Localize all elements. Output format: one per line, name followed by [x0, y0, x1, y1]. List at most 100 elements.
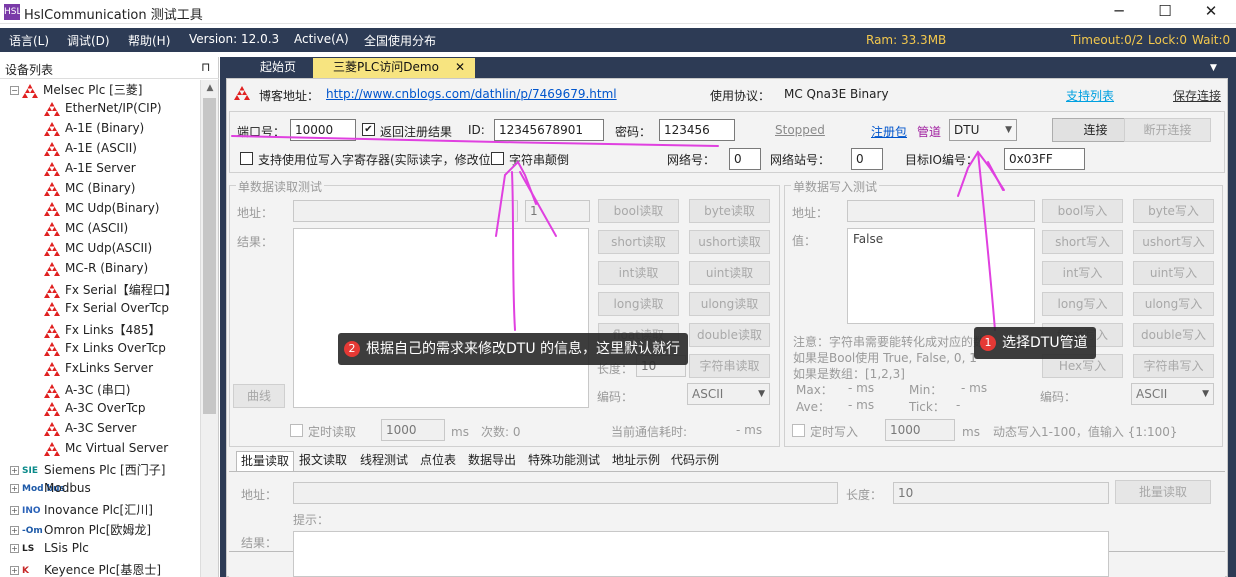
- read-address-input[interactable]: [293, 200, 518, 222]
- tree-item[interactable]: − Melsec Plc [三菱]: [10, 81, 142, 101]
- write-type-button[interactable]: ushort写入: [1133, 230, 1214, 254]
- pipe-select[interactable]: DTU ▼: [949, 119, 1017, 141]
- tree-item[interactable]: Mc Virtual Server: [44, 441, 168, 461]
- curve-button[interactable]: 曲线: [233, 384, 285, 408]
- write-type-button[interactable]: uint写入: [1133, 261, 1214, 285]
- menu-version[interactable]: Version: 12.0.3: [189, 32, 279, 46]
- tab-start-page[interactable]: 起始页: [238, 58, 318, 78]
- write-type-button[interactable]: 字符串写入: [1133, 354, 1214, 378]
- password-input[interactable]: 123456: [659, 119, 735, 141]
- tree-item[interactable]: A-1E (Binary): [44, 121, 144, 141]
- bottom-tab[interactable]: 点位表: [416, 451, 460, 471]
- bottom-tab[interactable]: 批量读取: [236, 451, 295, 471]
- close-tab-icon[interactable]: ✕: [455, 58, 465, 77]
- read-type-button[interactable]: double读取: [689, 323, 770, 347]
- read-type-button[interactable]: short读取: [598, 230, 679, 254]
- bottom-tab[interactable]: 代码示例: [667, 451, 723, 471]
- write-type-button[interactable]: int写入: [1042, 261, 1123, 285]
- tree-item[interactable]: MC (Binary): [44, 181, 135, 201]
- close-window-button[interactable]: ✕: [1188, 0, 1234, 24]
- tree-item[interactable]: Fx Links【485】: [44, 321, 161, 341]
- expand-icon[interactable]: +: [10, 484, 19, 493]
- tree-item[interactable]: Fx Serial【编程口】: [44, 281, 177, 301]
- batch-address-input[interactable]: [293, 482, 838, 504]
- register-package-link[interactable]: 注册包: [871, 123, 907, 140]
- tree-item[interactable]: MC Udp(Binary): [44, 201, 160, 221]
- bottom-tab[interactable]: 特殊功能测试: [524, 451, 604, 471]
- menu-debug[interactable]: 调试(D): [67, 32, 110, 49]
- menu-distribution[interactable]: 全国使用分布: [364, 32, 436, 49]
- batch-read-button[interactable]: 批量读取: [1115, 480, 1211, 504]
- read-result-area[interactable]: [293, 228, 589, 408]
- read-type-button[interactable]: ulong读取: [689, 292, 770, 316]
- read-interval-input[interactable]: 1000: [381, 419, 445, 441]
- read-type-button[interactable]: uint读取: [689, 261, 770, 285]
- station-input[interactable]: 0: [851, 148, 883, 170]
- write-type-button[interactable]: bool写入: [1042, 199, 1123, 223]
- bottom-tab[interactable]: 线程测试: [356, 451, 412, 471]
- network-input[interactable]: 0: [729, 148, 761, 170]
- read-length-input[interactable]: 1: [525, 200, 590, 222]
- expand-icon[interactable]: +: [10, 506, 19, 515]
- tree-item[interactable]: MC-R (Binary): [44, 261, 148, 281]
- menu-language[interactable]: 语言(L): [9, 32, 49, 49]
- bottom-tab[interactable]: 地址示例: [608, 451, 664, 471]
- read-type-button[interactable]: ushort读取: [689, 230, 770, 254]
- batch-result-area[interactable]: [293, 531, 1109, 577]
- target-io-input[interactable]: 0x03FF: [1004, 148, 1085, 170]
- tree-item[interactable]: + INO Inovance Plc[汇川]: [10, 501, 153, 521]
- tree-item[interactable]: MC (ASCII): [44, 221, 128, 241]
- write-type-button[interactable]: double写入: [1133, 323, 1214, 347]
- tree-item[interactable]: + K Keyence Plc[基恩士]: [10, 561, 161, 577]
- maximize-button[interactable]: ☐: [1142, 0, 1188, 24]
- write-value-area[interactable]: False: [847, 228, 1035, 324]
- tab-mitsubishi-demo[interactable]: 三菱PLC访问Demo ✕: [313, 58, 475, 78]
- write-type-button[interactable]: long写入: [1042, 292, 1123, 316]
- tree-item[interactable]: A-1E Server: [44, 161, 136, 181]
- string-reverse-checkbox[interactable]: [491, 152, 504, 165]
- bit-write-checkbox[interactable]: [240, 152, 253, 165]
- tree-item[interactable]: A-3C (串口): [44, 381, 130, 401]
- collapse-icon[interactable]: −: [10, 86, 19, 95]
- port-input[interactable]: 10000: [290, 119, 356, 141]
- bottom-tab[interactable]: 报文读取: [295, 451, 351, 471]
- tree-item[interactable]: Fx Serial OverTcp: [44, 301, 169, 321]
- blog-link[interactable]: http://www.cnblogs.com/dathlin/p/7469679…: [326, 87, 617, 101]
- tree-item[interactable]: + -OmOmron Plc[欧姆龙]: [10, 521, 151, 541]
- tree-item[interactable]: FxLinks Server: [44, 361, 153, 381]
- expand-icon[interactable]: +: [10, 544, 19, 553]
- return-register-checkbox[interactable]: ✔: [362, 123, 375, 136]
- scroll-up-icon[interactable]: ▲: [201, 80, 219, 96]
- tree-item[interactable]: Fx Links OverTcp: [44, 341, 166, 361]
- id-input[interactable]: 12345678901: [494, 119, 604, 141]
- tree-item[interactable]: A-3C OverTcp: [44, 401, 145, 421]
- tree-item[interactable]: A-3C Server: [44, 421, 136, 441]
- write-type-button[interactable]: byte写入: [1133, 199, 1214, 223]
- menu-active[interactable]: Active(A): [294, 32, 349, 46]
- expand-icon[interactable]: +: [10, 566, 19, 575]
- read-type-button[interactable]: byte读取: [689, 199, 770, 223]
- pin-icon[interactable]: ⊓: [201, 60, 210, 74]
- read-type-button[interactable]: int读取: [598, 261, 679, 285]
- expand-icon[interactable]: +: [10, 466, 19, 475]
- bottom-tab[interactable]: 数据导出: [464, 451, 520, 471]
- write-encoding-select[interactable]: ASCII ▼: [1131, 383, 1214, 405]
- batch-length-input[interactable]: 10: [893, 482, 1109, 504]
- minimize-button[interactable]: ─: [1096, 0, 1142, 24]
- save-connection-link[interactable]: 保存连接: [1173, 87, 1221, 104]
- scroll-thumb[interactable]: [203, 98, 216, 414]
- disconnect-button[interactable]: 断开连接: [1124, 118, 1211, 142]
- tree-item[interactable]: EtherNet/IP(CIP): [44, 101, 162, 121]
- expand-icon[interactable]: +: [10, 526, 19, 535]
- read-type-button[interactable]: long读取: [598, 292, 679, 316]
- tab-dropdown-icon[interactable]: ▼: [1210, 63, 1217, 73]
- tree-scrollbar[interactable]: ▲: [200, 80, 218, 577]
- tree-item[interactable]: A-1E (ASCII): [44, 141, 137, 161]
- read-type-button[interactable]: 字符串读取: [689, 354, 770, 378]
- tree-item[interactable]: + LS LSis Plc: [10, 541, 89, 561]
- tree-item[interactable]: MC Udp(ASCII): [44, 241, 152, 261]
- tree-item[interactable]: + SIE Siemens Plc [西门子]: [10, 461, 165, 481]
- write-type-button[interactable]: short写入: [1042, 230, 1123, 254]
- write-address-input[interactable]: [847, 200, 1035, 222]
- timed-write-checkbox[interactable]: [792, 424, 805, 437]
